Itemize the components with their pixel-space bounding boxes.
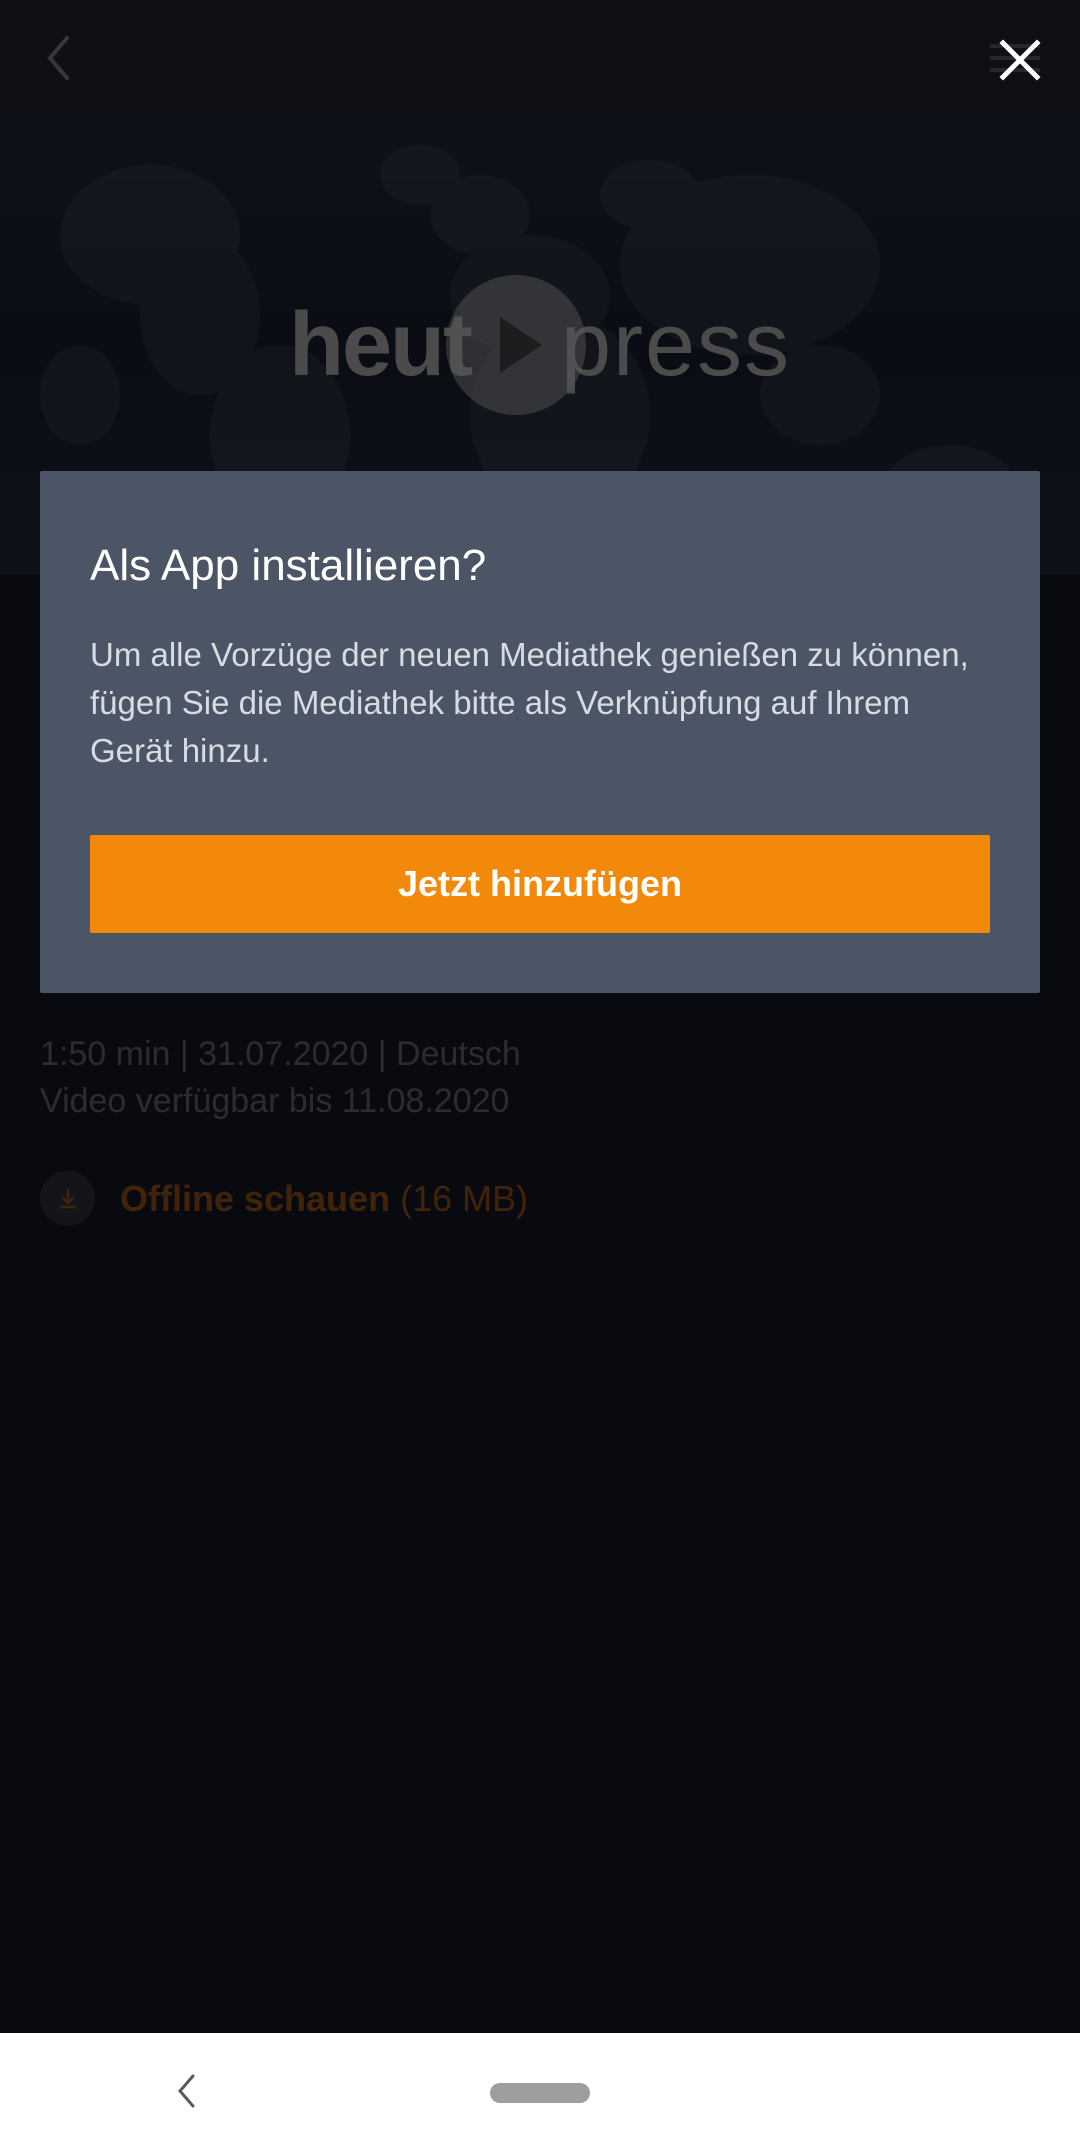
system-navigation-bar (0, 2033, 1080, 2153)
chevron-left-icon (175, 2071, 199, 2111)
close-icon (995, 35, 1045, 85)
close-button[interactable] (990, 30, 1050, 90)
install-app-modal: Als App installieren? Um alle Vorzüge de… (40, 471, 1040, 993)
add-now-button[interactable]: Jetzt hinzufügen (90, 835, 990, 933)
system-back-button[interactable] (175, 2071, 199, 2116)
modal-body: Um alle Vorzüge der neuen Mediathek geni… (90, 631, 990, 775)
modal-dim-overlay[interactable] (0, 0, 1080, 2153)
system-home-pill[interactable] (490, 2083, 590, 2103)
modal-title: Als App installieren? (90, 541, 990, 591)
